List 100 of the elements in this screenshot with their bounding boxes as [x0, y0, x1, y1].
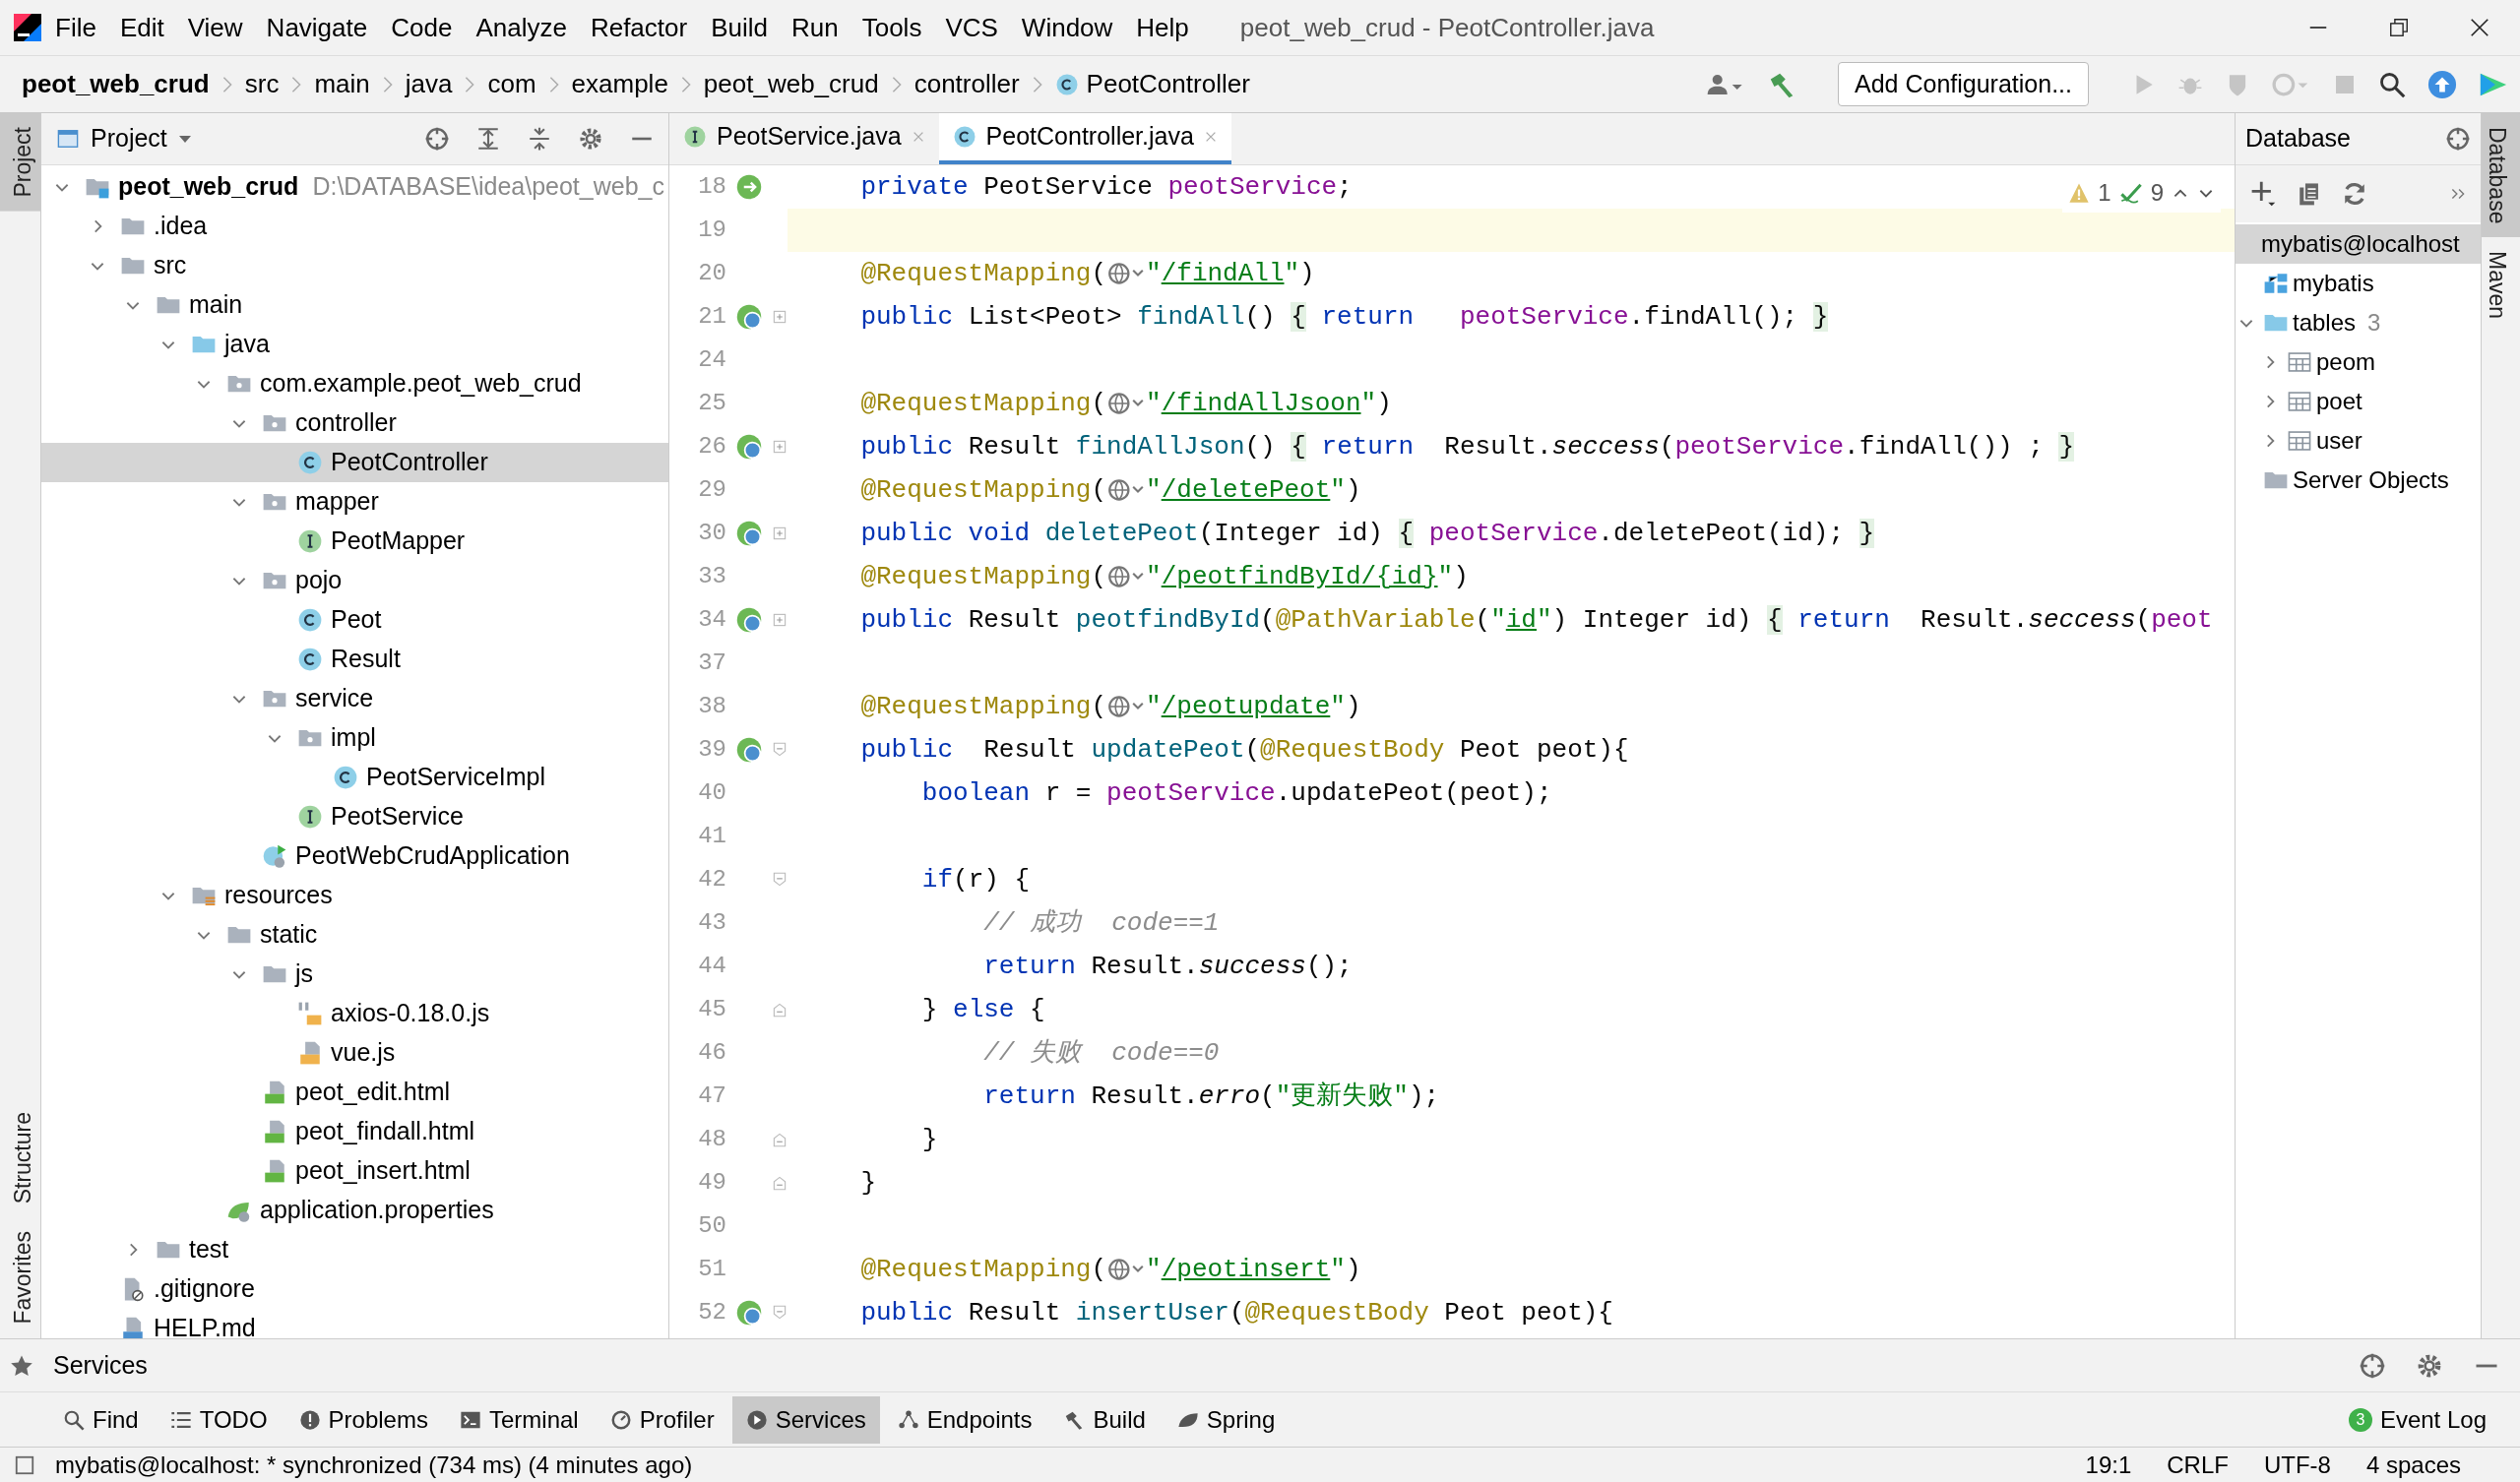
menu-item[interactable]: Navigate: [254, 8, 380, 47]
tree-row[interactable]: Result: [41, 640, 668, 679]
breadcrumb-item[interactable]: controller: [914, 65, 1020, 103]
menu-item[interactable]: Help: [1124, 8, 1201, 47]
tree-row[interactable]: vue.js: [41, 1033, 668, 1073]
tree-row[interactable]: peot_insert.html: [41, 1151, 668, 1191]
tree-row[interactable]: mapper: [41, 482, 668, 522]
tool-window-button[interactable]: Services: [731, 1395, 880, 1444]
crosshair-icon[interactable]: [424, 126, 450, 152]
tree-row[interactable]: peom: [2236, 342, 2481, 382]
menu-item[interactable]: View: [175, 8, 255, 47]
tree-row[interactable]: PeotWebCrudApplication: [41, 836, 668, 876]
breadcrumb-item[interactable]: main: [314, 65, 370, 103]
add-configuration-button[interactable]: Add Configuration...: [1838, 61, 2089, 107]
tree-row[interactable]: application.properties: [41, 1191, 668, 1230]
tool-window-button[interactable]: Build: [1049, 1395, 1160, 1444]
tree-row[interactable]: test: [41, 1230, 668, 1269]
tree-row[interactable]: js: [41, 955, 668, 994]
tool-window-button[interactable]: Terminal: [445, 1395, 593, 1444]
breadcrumb-item[interactable]: peot_web_crud: [22, 65, 210, 103]
tree-row[interactable]: PeotService: [41, 797, 668, 836]
check-icon[interactable]: [2118, 182, 2143, 204]
tree-row[interactable]: HELP.md: [41, 1309, 668, 1338]
tool-window-tab[interactable]: Database: [2482, 113, 2520, 238]
menu-item[interactable]: VCS: [933, 8, 1010, 47]
tree-row[interactable]: static: [41, 915, 668, 955]
close-icon[interactable]: [2469, 17, 2490, 38]
menu-item[interactable]: Code: [379, 8, 465, 47]
line-number: 42: [697, 865, 726, 895]
tree-row[interactable]: mybatis: [2236, 264, 2481, 303]
settings-icon[interactable]: [578, 126, 603, 152]
status-item[interactable]: UTF-8: [2263, 1447, 2331, 1482]
tree-row[interactable]: poet: [2236, 382, 2481, 421]
panel-title[interactable]: Project: [91, 120, 167, 157]
bean-icon[interactable]: [735, 173, 763, 201]
plus-icon[interactable]: [2249, 180, 2277, 208]
square-icon[interactable]: [14, 1453, 35, 1476]
editor-tab[interactable]: PeotController.java: [938, 113, 1231, 164]
update-icon[interactable]: [2427, 69, 2457, 99]
tree-row[interactable]: resources: [41, 876, 668, 915]
status-item[interactable]: CRLF: [2167, 1447, 2229, 1482]
menu-item[interactable]: Analyze: [464, 8, 579, 47]
tree-row[interactable]: service: [41, 679, 668, 718]
tree-row[interactable]: PeotServiceImpl: [41, 758, 668, 797]
tree-row[interactable]: .gitignore: [41, 1269, 668, 1309]
menu-item[interactable]: Tools: [850, 8, 934, 47]
tool-window-tab[interactable]: Project: [0, 113, 40, 212]
event-log-button[interactable]: 3 Event Log: [2334, 1395, 2500, 1444]
tree-row[interactable]: main: [41, 285, 668, 325]
menu-item[interactable]: Edit: [107, 8, 176, 47]
tool-window-button[interactable]: Endpoints: [883, 1395, 1046, 1444]
tool-window-tab[interactable]: Favorites: [0, 1217, 40, 1338]
tree-row[interactable]: tables 3: [2236, 303, 2481, 342]
crosshair-icon[interactable]: [2445, 126, 2471, 152]
restore-icon[interactable]: [2388, 17, 2410, 38]
crosshair-icon[interactable]: [2359, 1351, 2386, 1380]
tree-row[interactable]: peot_web_crud D:\DATABASE\idea\peot_web_c: [41, 167, 668, 207]
tree-row[interactable]: PeotController: [41, 443, 668, 482]
expand-all-icon[interactable]: [475, 126, 501, 152]
tool-window-button[interactable]: TODO: [156, 1395, 282, 1444]
tree-row[interactable]: Server Objects: [2236, 461, 2481, 500]
menu-item[interactable]: Build: [699, 8, 780, 47]
breadcrumb-item[interactable]: peot_web_crud: [703, 65, 879, 103]
breadcrumb-item[interactable]: java: [405, 65, 453, 103]
tool-window-button[interactable]: Problems: [284, 1395, 442, 1444]
menu-item[interactable]: Refactor: [578, 8, 700, 47]
editor-tab[interactable]: PeotService.java: [669, 113, 939, 164]
status-item[interactable]: 4 spaces: [2365, 1447, 2461, 1482]
tree-row[interactable]: java: [41, 325, 668, 364]
menu-item[interactable]: File: [43, 8, 108, 47]
breadcrumb-item[interactable]: PeotController: [1086, 65, 1250, 103]
code-text: }: [921, 1123, 938, 1156]
tree-row[interactable]: axios-0.18.0.js: [41, 994, 668, 1033]
tool-window-tab[interactable]: Maven: [2482, 237, 2520, 334]
tree-row[interactable]: Peot: [41, 600, 668, 640]
tree-row[interactable]: user: [2236, 421, 2481, 461]
tree-row[interactable]: controller: [41, 403, 668, 443]
tree-row[interactable]: peot_edit.html: [41, 1073, 668, 1112]
tree-row[interactable]: src: [41, 246, 668, 285]
tool-window-button[interactable]: Find: [49, 1395, 153, 1444]
tool-window-button[interactable]: Profiler: [596, 1395, 728, 1444]
menu-item[interactable]: Window: [1009, 8, 1125, 47]
breadcrumb-item[interactable]: example: [571, 65, 668, 103]
breadcrumb-item[interactable]: src: [244, 65, 280, 103]
tool-window-button[interactable]: Spring: [1163, 1395, 1290, 1444]
status-item[interactable]: 19:1: [2085, 1447, 2132, 1482]
tree-row[interactable]: peot_findall.html: [41, 1112, 668, 1151]
tree-row[interactable]: pojo: [41, 561, 668, 600]
collapse-all-icon[interactable]: [527, 126, 552, 152]
tree-row[interactable]: mybatis@localhost: [2236, 224, 2481, 264]
tool-window-tab[interactable]: Structure: [0, 1098, 40, 1218]
menu-item[interactable]: Run: [780, 8, 850, 47]
tree-row[interactable]: PeotMapper: [41, 522, 668, 561]
search-icon[interactable]: [2378, 70, 2406, 98]
tree-row[interactable]: .idea: [41, 207, 668, 246]
refresh-icon[interactable]: [2342, 181, 2367, 207]
tree-row[interactable]: impl: [41, 718, 668, 758]
code-text: public Result findAllJson() { return Result.seccess(peotService.findAll()) ; }: [860, 430, 2075, 463]
breadcrumb-item[interactable]: com: [487, 65, 536, 103]
tree-row[interactable]: com.example.peot_web_crud: [41, 364, 668, 403]
